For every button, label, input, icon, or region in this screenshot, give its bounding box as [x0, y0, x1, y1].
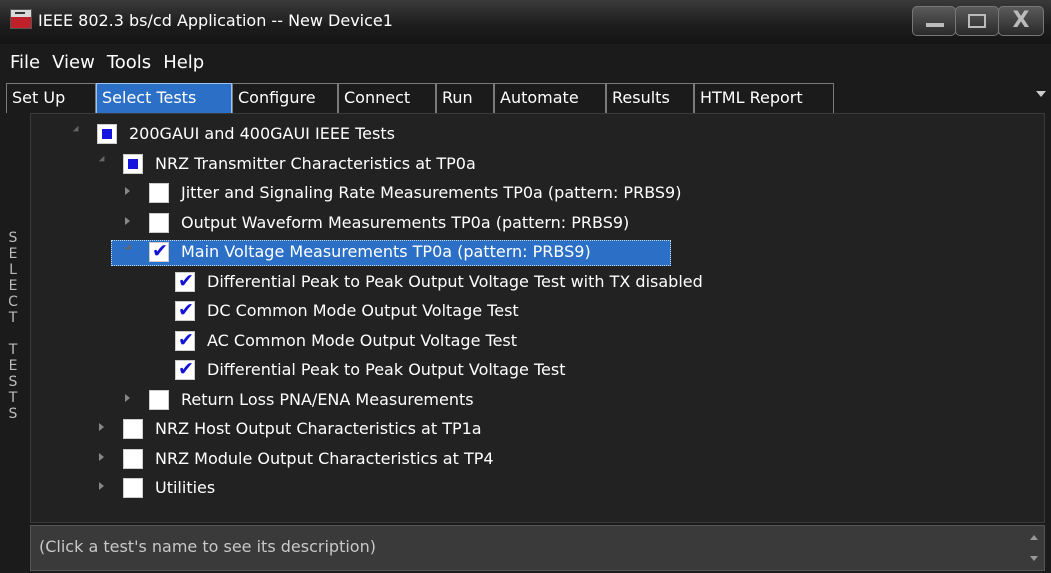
test-checkbox[interactable] [123, 478, 143, 498]
tab-bar: Set Up Select Tests Configure Connect Ru… [6, 83, 1046, 113]
tree-item-label[interactable]: Jitter and Signaling Rate Measurements T… [181, 183, 681, 202]
side-label-letter: E [8, 278, 18, 294]
test-tree: 200GAUI and 400GAUI IEEE Tests NRZ Transm… [30, 113, 1045, 523]
close-button[interactable]: X [998, 6, 1044, 36]
title-bar: IEEE 802.3 bs/cd Application -- New Devi… [0, 0, 1051, 44]
tree-item-label[interactable]: Utilities [155, 478, 215, 497]
tree-item-label[interactable]: Output Waveform Measurements TP0a (patte… [181, 213, 629, 232]
maximize-button[interactable] [955, 6, 999, 36]
side-label-letter: S [8, 406, 18, 422]
tree-item[interactable]: NRZ Module Output Characteristics at TP4 [31, 447, 1031, 473]
tree-item-label[interactable]: 200GAUI and 400GAUI IEEE Tests [129, 124, 395, 143]
expand-arrow-icon[interactable] [125, 393, 130, 402]
test-checkbox[interactable] [175, 358, 195, 380]
menu-help[interactable]: Help [163, 50, 204, 73]
tree-item-label[interactable]: DC Common Mode Output Voltage Test [207, 301, 519, 320]
menu-bar: File View Tools Help [0, 50, 1051, 76]
side-label-letter: E [8, 358, 18, 374]
expand-arrow-icon[interactable] [99, 482, 104, 490]
tab-automate[interactable]: Automate [494, 83, 606, 113]
side-label-letter: L [9, 262, 17, 278]
tree-item-label[interactable]: Return Loss PNA/ENA Measurements [181, 390, 474, 409]
tree-item[interactable]: NRZ Transmitter Characteristics at TP0a [31, 152, 1031, 178]
description-box: (Click a test's name to see its descript… [30, 525, 1045, 571]
side-label: SELECT TESTS [4, 230, 22, 422]
tree-item[interactable]: Utilities [31, 476, 1031, 502]
tree-item[interactable]: Differential Peak to Peak Output Voltage… [31, 270, 1031, 296]
tree-item-label[interactable]: Differential Peak to Peak Output Voltage… [207, 360, 565, 379]
tree-item-label[interactable]: NRZ Transmitter Characteristics at TP0a [155, 154, 476, 173]
tab-run[interactable]: Run [436, 83, 494, 113]
expand-arrow-icon[interactable] [125, 187, 130, 195]
test-checkbox[interactable] [123, 448, 143, 469]
test-checkbox[interactable] [175, 299, 195, 321]
side-label-letter: C [8, 294, 18, 310]
scroll-up-icon[interactable] [1030, 535, 1038, 540]
collapse-arrow-icon[interactable] [72, 125, 82, 135]
tab-results[interactable]: Results [606, 83, 694, 113]
tab-html-report[interactable]: HTML Report [694, 83, 834, 113]
tree-item[interactable]: DC Common Mode Output Voltage Test [31, 299, 1031, 325]
side-label-letter: E [8, 246, 18, 262]
tree-item[interactable]: Jitter and Signaling Rate Measurements T… [31, 181, 1031, 207]
tree-item[interactable]: AC Common Mode Output Voltage Test [31, 329, 1031, 355]
tab-set-up[interactable]: Set Up [6, 83, 96, 113]
tab-connect[interactable]: Connect [338, 83, 436, 113]
side-label-letter [4, 326, 22, 342]
tree-item-label[interactable]: Main Voltage Measurements TP0a (pattern:… [181, 242, 591, 261]
test-checkbox[interactable] [123, 153, 143, 174]
tree-item[interactable]: Main Voltage Measurements TP0a (pattern:… [31, 240, 1031, 266]
side-label-letter: S [8, 230, 18, 246]
tree-item[interactable]: 200GAUI and 400GAUI IEEE Tests [31, 122, 1031, 148]
side-label-letter: T [8, 310, 18, 326]
window-title: IEEE 802.3 bs/cd Application -- New Devi… [38, 11, 393, 30]
tree-item[interactable]: Output Waveform Measurements TP0a (patte… [31, 211, 1031, 237]
test-checkbox[interactable] [149, 389, 169, 410]
collapse-arrow-icon[interactable] [98, 155, 108, 164]
test-checkbox[interactable] [175, 270, 195, 292]
expand-arrow-icon[interactable] [99, 452, 104, 461]
test-checkbox[interactable] [149, 240, 169, 262]
tab-configure[interactable]: Configure [232, 83, 338, 113]
expand-arrow-icon[interactable] [125, 216, 130, 225]
chevron-down-icon[interactable] [1036, 91, 1046, 97]
menu-file[interactable]: File [10, 50, 40, 73]
tree-item-label[interactable]: AC Common Mode Output Voltage Test [207, 331, 517, 350]
test-checkbox[interactable] [175, 329, 195, 351]
tree-item[interactable]: Return Loss PNA/ENA Measurements [31, 388, 1031, 414]
tab-select-tests[interactable]: Select Tests [96, 83, 232, 113]
test-checkbox[interactable] [149, 183, 169, 203]
side-label-letter: T [8, 342, 18, 358]
tree-item[interactable]: NRZ Host Output Characteristics at TP1a [31, 417, 1031, 443]
tree-item-label[interactable]: NRZ Host Output Characteristics at TP1a [155, 419, 482, 438]
expand-arrow-icon[interactable] [99, 423, 104, 431]
scroll-down-icon[interactable] [1030, 556, 1038, 561]
tree-item-label[interactable]: NRZ Module Output Characteristics at TP4 [155, 449, 494, 468]
description-text: (Click a test's name to see its descript… [39, 537, 376, 556]
side-label-letter: S [8, 374, 18, 390]
minimize-button[interactable] [912, 6, 956, 36]
side-label-letter: T [8, 390, 18, 406]
menu-view[interactable]: View [52, 50, 95, 73]
test-checkbox[interactable] [97, 124, 117, 144]
menu-tools[interactable]: Tools [107, 50, 151, 73]
test-checkbox[interactable] [149, 212, 169, 233]
app-icon[interactable] [10, 9, 32, 29]
tree-item[interactable]: Differential Peak to Peak Output Voltage… [31, 358, 1031, 384]
test-checkbox[interactable] [123, 419, 143, 439]
tree-item-label[interactable]: Differential Peak to Peak Output Voltage… [207, 272, 703, 291]
